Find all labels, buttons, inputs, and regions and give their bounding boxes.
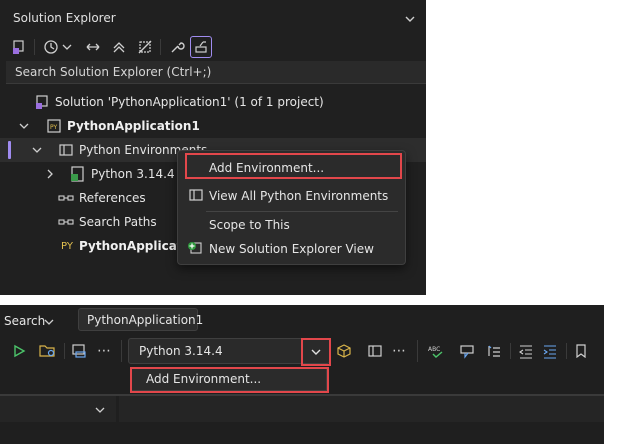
environments-icon — [58, 142, 74, 158]
history-dropdown-icon[interactable] — [60, 36, 74, 58]
document-tab[interactable]: PythonApplication1 — [78, 308, 203, 331]
panel-title: Solution Explorer — [13, 11, 116, 25]
navigation-dropdown[interactable] — [0, 396, 116, 422]
python-project-icon: PY — [46, 118, 62, 134]
indent-icon[interactable] — [540, 342, 560, 360]
tree-item-project[interactable]: PY PythonApplication1 — [0, 114, 426, 138]
toolbar-divider — [510, 343, 511, 359]
toolbar-divider — [64, 343, 65, 359]
more-options-icon[interactable]: ⋯ — [390, 342, 408, 360]
sync-with-document-icon[interactable] — [82, 36, 104, 58]
menu-item-label: View All Python Environments — [209, 189, 389, 203]
show-all-files-icon[interactable] — [134, 36, 156, 58]
preview-selected-items-icon[interactable] — [190, 36, 212, 58]
tree-label: References — [79, 191, 146, 205]
search-menu[interactable]: Search — [4, 314, 45, 328]
spell-check-icon[interactable]: ABC — [426, 342, 448, 360]
menu-divider — [206, 211, 398, 212]
chevron-down-icon[interactable] — [402, 11, 418, 27]
run-icon[interactable] — [10, 342, 28, 360]
tree-label: Python 3.14.4 (g — [91, 167, 191, 181]
search-paths-icon — [58, 214, 74, 230]
panel-titlebar: Solution Explorer — [0, 0, 426, 34]
collapse-all-icon[interactable] — [108, 36, 130, 58]
menu-item-label: New Solution Explorer View — [209, 242, 374, 256]
environments-window-icon[interactable] — [366, 342, 384, 360]
toolbar-divider — [121, 340, 122, 362]
highlight-add-environment-menu — [185, 153, 402, 179]
tree-label: Search Paths — [79, 215, 157, 229]
svg-text:PY: PY — [50, 124, 57, 131]
outdent-icon[interactable] — [516, 342, 536, 360]
comment-icon[interactable] — [457, 342, 477, 360]
menu-item-view-all-environments[interactable]: View All Python Environments — [178, 184, 405, 208]
new-view-plus-icon — [187, 240, 203, 256]
tab-label: PythonApplication1 — [87, 313, 204, 327]
format-icon[interactable] — [484, 342, 504, 360]
open-folder-search-icon[interactable] — [38, 342, 58, 360]
toolbar-divider — [566, 343, 567, 359]
more-options-icon[interactable]: ⋯ — [95, 342, 113, 360]
history-icon[interactable] — [40, 36, 62, 58]
chevron-down-icon[interactable] — [43, 316, 55, 328]
chevron-right-icon[interactable] — [43, 167, 57, 181]
highlight-environment-dropdown — [301, 338, 331, 366]
properties-wrench-icon[interactable] — [166, 36, 188, 58]
search-placeholder: Search Solution Explorer (Ctrl+;) — [15, 65, 212, 79]
package-icon[interactable] — [335, 342, 353, 360]
standard-toolbar: ⋯ Python 3.14.4 ⋯ ABC — [0, 334, 604, 368]
menu-item-label: Scope to This — [209, 218, 290, 232]
selected-environment: Python 3.14.4 — [139, 344, 223, 358]
svg-text:ABC: ABC — [428, 346, 440, 353]
toolbar-divider — [34, 39, 35, 55]
chevron-down-icon[interactable] — [17, 119, 31, 133]
tree-label: PythonApplication1 — [67, 119, 200, 133]
solution-icon — [34, 94, 50, 110]
toolbar-divider — [160, 39, 161, 55]
browse-icon[interactable] — [70, 342, 88, 360]
menu-item-new-explorer-view[interactable]: New Solution Explorer View — [178, 237, 405, 261]
highlight-add-environment-dropdown — [130, 367, 329, 393]
tree-item-solution[interactable]: Solution 'PythonApplication1' (1 of 1 pr… — [0, 90, 426, 114]
tree-label: Solution 'PythonApplication1' (1 of 1 pr… — [55, 95, 324, 109]
toolbar-divider — [417, 340, 418, 362]
python-interpreter-icon — [69, 165, 87, 183]
bookmark-icon[interactable] — [572, 342, 590, 360]
ide-toolbar-area: Search PythonApplication1 ⋯ Python 3.14.… — [0, 305, 604, 444]
menu-item-scope-to-this[interactable]: Scope to This — [178, 213, 405, 237]
switch-views-icon[interactable] — [8, 36, 30, 58]
explorer-toolbar — [0, 34, 426, 60]
python-environment-select[interactable]: Python 3.14.4 — [128, 338, 330, 364]
member-dropdown[interactable] — [119, 396, 604, 422]
selection-indicator — [8, 141, 11, 159]
chevron-down-icon[interactable] — [30, 143, 44, 157]
environments-icon — [189, 188, 203, 202]
chevron-down-icon[interactable] — [94, 404, 106, 416]
python-file-icon: PY — [61, 240, 73, 252]
references-icon — [58, 190, 74, 206]
explorer-search-box[interactable]: Search Solution Explorer (Ctrl+;) — [6, 61, 426, 84]
